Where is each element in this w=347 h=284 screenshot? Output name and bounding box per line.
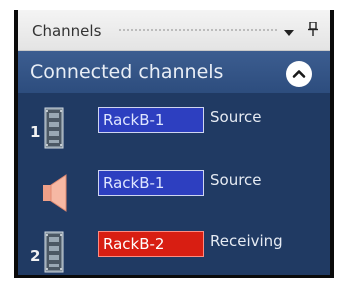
row-number: 1: [30, 123, 41, 141]
chevron-up-icon: [292, 70, 306, 78]
panel-title: Connected channels: [30, 61, 224, 83]
row-number: 2: [30, 247, 41, 265]
channel-status: Source: [210, 171, 262, 189]
pin-icon[interactable]: [308, 21, 318, 40]
window-title: Channels: [32, 22, 102, 40]
dropdown-arrow-icon[interactable]: [284, 25, 294, 40]
collapse-button[interactable]: [286, 61, 312, 87]
channel-name[interactable]: RackB-1: [98, 170, 204, 196]
rack-device-icon: [44, 231, 64, 277]
channel-name[interactable]: RackB-2: [98, 231, 204, 257]
speaker-icon: [42, 174, 68, 216]
channel-row[interactable]: 2 RackB-2 Receiving: [18, 231, 330, 281]
window-titlebar[interactable]: Channels: [18, 10, 330, 51]
channel-row[interactable]: 1 RackB-1 Source: [18, 107, 330, 157]
drag-grip[interactable]: [118, 28, 278, 33]
channel-status: Receiving: [210, 232, 283, 250]
rack-device-icon: [44, 107, 64, 153]
channel-name[interactable]: RackB-1: [98, 107, 204, 133]
channel-row[interactable]: RackB-1 Source: [18, 170, 330, 220]
channels-window: Channels Connected channels 1 RackB-1 So…: [14, 10, 334, 278]
connected-channels-panel: Connected channels 1 RackB-1 Source Rack…: [18, 51, 330, 275]
panel-header[interactable]: Connected channels: [18, 51, 330, 93]
channel-status: Source: [210, 108, 262, 126]
